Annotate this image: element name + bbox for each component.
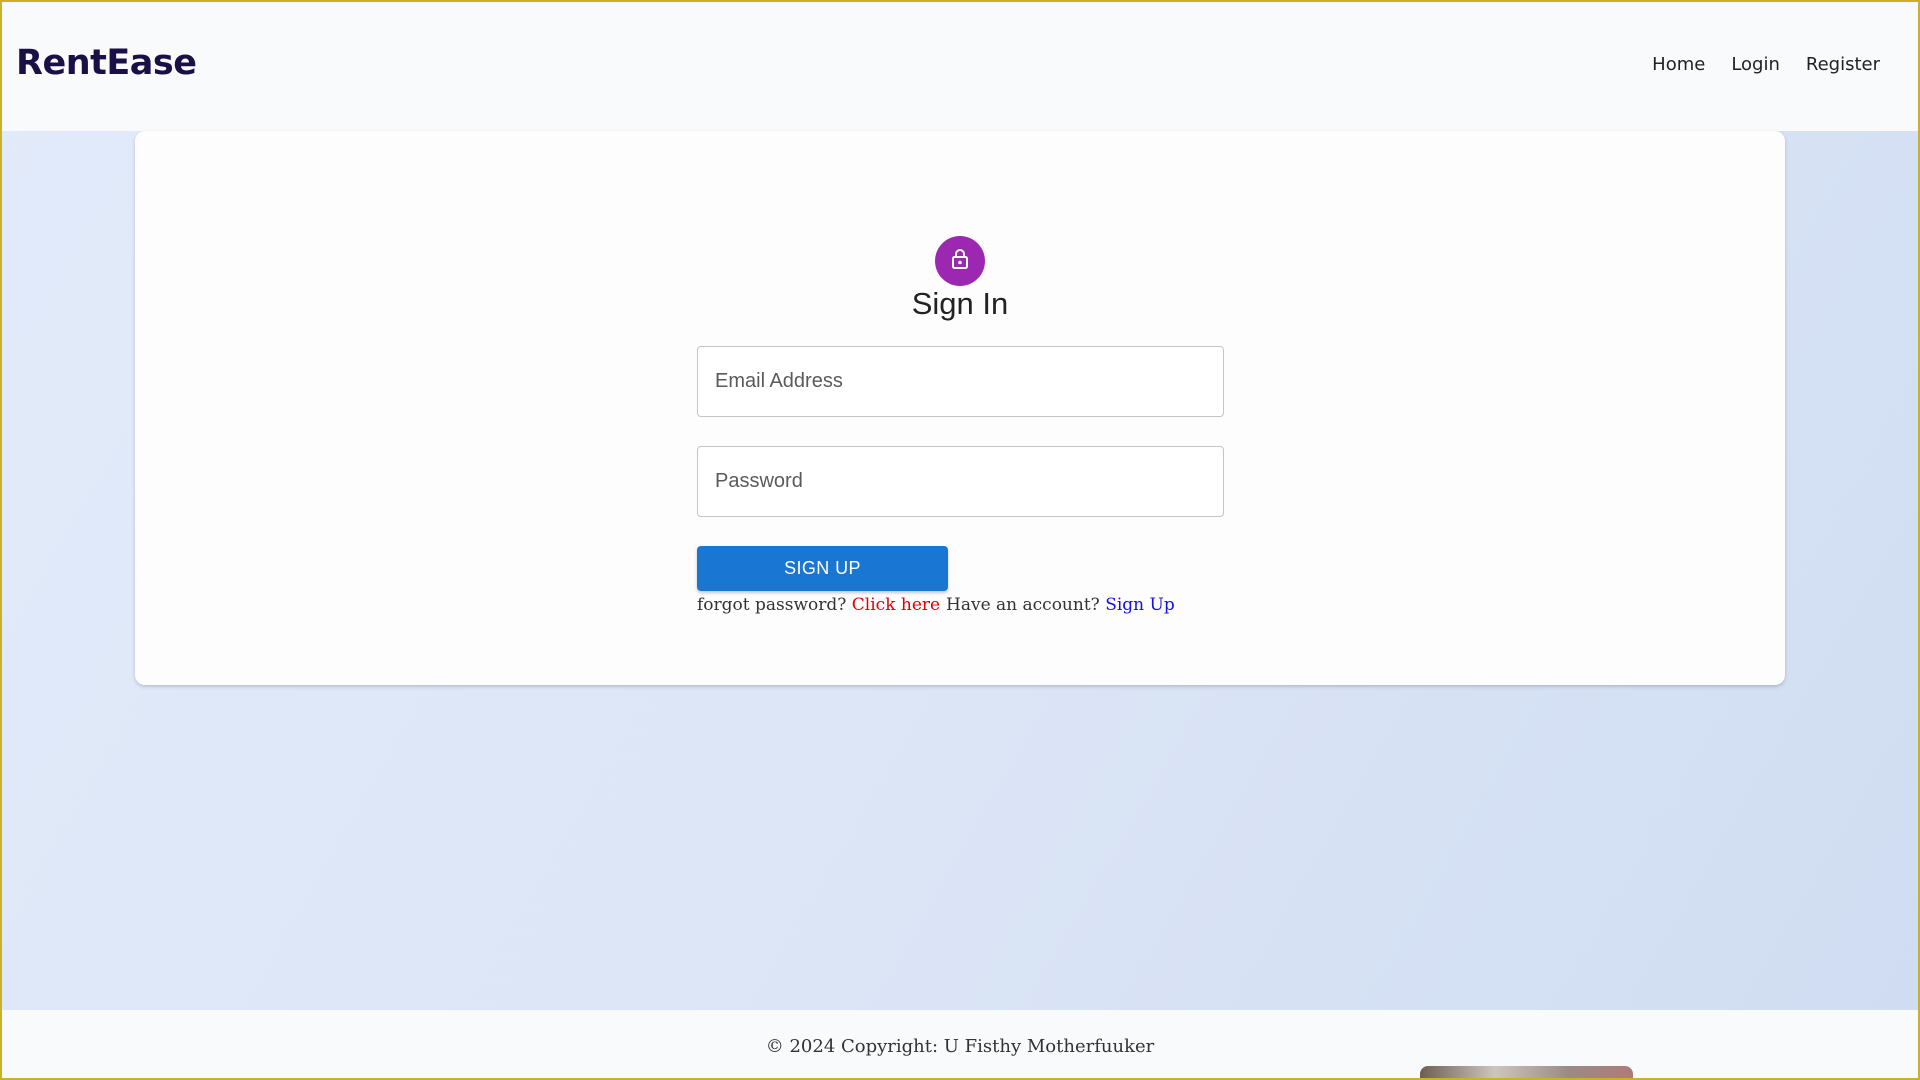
navbar: RentEase Home Login Register: [0, 0, 1920, 131]
lock-icon: [947, 246, 973, 277]
brand-logo[interactable]: RentEase: [16, 43, 197, 83]
sign-up-button[interactable]: SIGN UP: [697, 546, 948, 591]
forgot-password-text: forgot password? Click here: [697, 595, 940, 615]
avatar: [935, 236, 985, 286]
copyright-text: © 2024 Copyright: U Fisthy Motherfuuker: [765, 1036, 1155, 1057]
have-account-text: Have an account? Sign Up: [946, 595, 1175, 615]
nav-home-link[interactable]: Home: [1652, 54, 1705, 75]
nav-links: Home Login Register: [1652, 54, 1880, 75]
nav-register-link[interactable]: Register: [1806, 54, 1880, 75]
have-account-label: Have an account?: [946, 595, 1100, 615]
decorative-image: [1420, 1066, 1633, 1080]
forgot-password-link[interactable]: Click here: [852, 595, 940, 615]
page-title: Sign In: [911, 286, 1009, 321]
nav-login-link[interactable]: Login: [1731, 54, 1780, 75]
forgot-password-label: forgot password?: [697, 595, 847, 615]
email-field[interactable]: [697, 346, 1224, 417]
password-field[interactable]: [697, 446, 1224, 517]
sign-up-link[interactable]: Sign Up: [1105, 595, 1175, 615]
